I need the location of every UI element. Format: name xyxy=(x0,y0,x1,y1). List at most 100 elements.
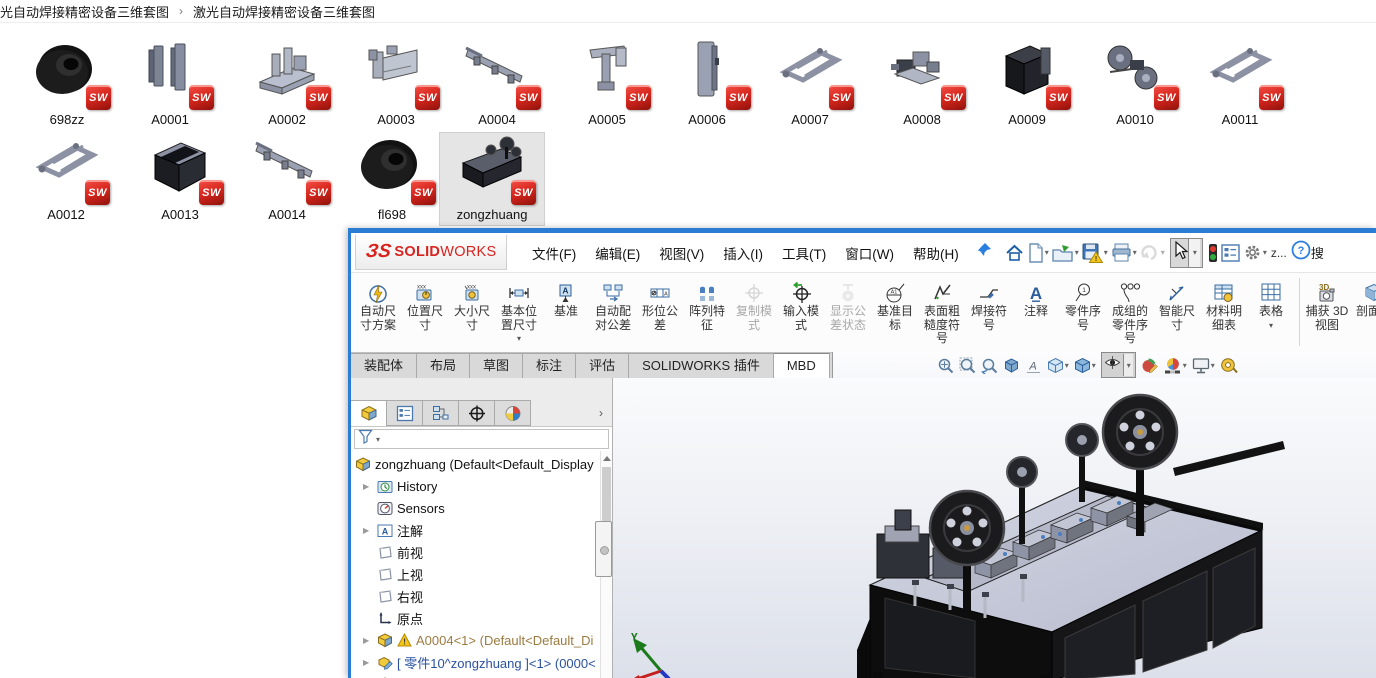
new-document-icon[interactable]: ▾ xyxy=(1028,243,1049,263)
ribbon-capture-3d-button[interactable]: 3D捕获 3D 视图 xyxy=(1304,276,1350,332)
tree-item-virtual-part[interactable]: ▶[ 零件10^zongzhuang ]<1> (0000< xyxy=(351,651,600,673)
scroll-up-icon[interactable] xyxy=(603,456,611,461)
save-icon[interactable]: !▾ xyxy=(1082,243,1108,263)
tree-item-origin[interactable]: 原点 xyxy=(351,607,600,629)
dropdown-caret-icon[interactable]: ▾ xyxy=(517,334,521,343)
panel-tab-configuration-manager[interactable] xyxy=(422,400,459,426)
ribbon-datum-button[interactable]: A基准 xyxy=(543,276,589,319)
zoom-area-icon[interactable] xyxy=(959,357,976,374)
tree-item-sensors[interactable]: Sensors xyxy=(351,497,600,519)
file-item-A0003[interactable]: SWA0003 xyxy=(344,38,448,130)
ribbon-auto-dimension-button[interactable]: 自动尺寸方案 xyxy=(355,276,401,332)
dropdown-caret-icon[interactable]: ▾ xyxy=(1123,354,1133,376)
tree-scrollbar[interactable] xyxy=(600,451,612,678)
section-view-icon[interactable] xyxy=(1003,357,1020,374)
select-arrow-icon[interactable]: ▾ xyxy=(1170,238,1203,268)
file-item-A0001[interactable]: SWA0001 xyxy=(118,38,222,130)
tab-布局[interactable]: 布局 xyxy=(417,353,470,378)
tab-装配体[interactable]: 装配体 xyxy=(351,353,417,378)
task-pane-icon[interactable] xyxy=(1221,244,1240,262)
tab-MBD[interactable]: MBD xyxy=(774,353,830,378)
tree-item-plane[interactable]: 右视 xyxy=(351,585,600,607)
file-item-fl698[interactable]: SWfl698 xyxy=(340,133,444,225)
ribbon-note-button[interactable]: A注释 xyxy=(1013,276,1059,319)
ribbon-bom-button[interactable]: 材料明细表 xyxy=(1201,276,1247,332)
file-item-A0010[interactable]: SWA0010 xyxy=(1083,38,1187,130)
file-item-A0012[interactable]: SWA0012 xyxy=(14,133,118,225)
menu-视图(V)[interactable]: 视图(V) xyxy=(656,241,707,265)
edit-appearance-icon[interactable] xyxy=(1141,357,1159,374)
dropdown-caret-icon[interactable]: ▾ xyxy=(1075,248,1079,257)
search-label[interactable]: 搜 xyxy=(1311,243,1323,262)
dropdown-caret-icon[interactable]: ▾ xyxy=(1104,248,1108,257)
file-item-A0008[interactable]: SWA0008 xyxy=(870,38,974,130)
file-item-A0006[interactable]: SWA0006 xyxy=(655,38,759,130)
ribbon-basic-location-button[interactable]: 基本位置尺寸▾ xyxy=(496,276,542,343)
ribbon-pattern-feature-button[interactable]: 阵列特征 xyxy=(684,276,730,332)
home-icon[interactable] xyxy=(1004,243,1025,263)
dropdown-caret-icon[interactable]: ▾ xyxy=(1045,248,1049,257)
tab-草图[interactable]: 草图 xyxy=(470,353,523,378)
panel-tab-dimxpert-manager[interactable] xyxy=(458,400,495,426)
view-orientation-icon[interactable]: ▾ xyxy=(1047,357,1069,374)
file-item-A0013[interactable]: SWA0013 xyxy=(128,133,232,225)
undo-icon[interactable]: ▾ xyxy=(1140,244,1165,261)
ribbon-smart-dimension-button[interactable]: 智能尺寸 xyxy=(1154,276,1200,332)
ribbon-size-dimension-button[interactable]: xxx大小尺寸 xyxy=(449,276,495,332)
interference-lights-icon[interactable] xyxy=(1208,243,1218,263)
ribbon-surface-finish-button[interactable]: 表面粗糙度符号 xyxy=(919,276,965,346)
breadcrumb-parent[interactable]: 光自动焊接精密设备三维套图 xyxy=(0,2,169,21)
help-icon[interactable]: ? xyxy=(1291,240,1311,265)
measure-icon[interactable] xyxy=(1220,357,1238,374)
tree-item-assembly[interactable]: ▶!A0004<1> (Default<Default_Di xyxy=(351,629,600,651)
tab-标注[interactable]: 标注 xyxy=(523,353,576,378)
menu-帮助(H)[interactable]: 帮助(H) xyxy=(910,241,962,265)
panel-tab-property-manager[interactable] xyxy=(386,400,423,426)
breadcrumb-current[interactable]: 激光自动焊接精密设备三维套图 xyxy=(193,2,375,21)
panel-tab-display-manager[interactable] xyxy=(494,400,531,426)
file-item-A0007[interactable]: SWA0007 xyxy=(758,38,862,130)
file-item-A0011[interactable]: SWA0011 xyxy=(1188,38,1292,130)
previous-view-icon[interactable] xyxy=(981,357,998,374)
options-gear-icon[interactable]: ▾ xyxy=(1243,243,1267,262)
ribbon-weld-symbol-button[interactable]: 焊接符号 xyxy=(966,276,1012,332)
tree-item-annotations[interactable]: ▶A注解 xyxy=(351,519,600,541)
ribbon-stacked-balloon-button[interactable]: 成组的零件序号 xyxy=(1107,276,1153,346)
ribbon-import-scheme-button[interactable]: 输入模式 xyxy=(778,276,824,332)
tree-item-history[interactable]: ▶History xyxy=(351,475,600,497)
ribbon-section-ribbon-button[interactable]: 剖面图 xyxy=(1351,276,1376,319)
tree-item-plane[interactable]: 前视 xyxy=(351,541,600,563)
panel-splitter-handle[interactable] xyxy=(595,521,612,577)
ribbon-auto-tolerance-button[interactable]: 自动配对公差 xyxy=(590,276,636,332)
file-item-A0005[interactable]: SWA0005 xyxy=(555,38,659,130)
tab-SOLIDWORKS 插件[interactable]: SOLIDWORKS 插件 xyxy=(629,353,774,378)
expand-arrow-icon[interactable]: ▶ xyxy=(363,526,373,535)
dropdown-caret-icon[interactable]: ▾ xyxy=(1161,248,1165,257)
file-item-698zz[interactable]: SW698zz xyxy=(15,38,119,130)
ribbon-location-dimension-button[interactable]: xxx位置尺寸 xyxy=(402,276,448,332)
apply-scene-icon[interactable]: ▾ xyxy=(1164,357,1187,374)
user-text[interactable]: z... xyxy=(1271,246,1287,260)
dropdown-caret-icon[interactable]: ▾ xyxy=(1183,361,1187,370)
pin-icon[interactable] xyxy=(976,242,992,263)
dropdown-caret-icon[interactable]: ▾ xyxy=(1092,361,1096,370)
dropdown-caret-icon[interactable]: ▾ xyxy=(1065,361,1069,370)
graphics-viewport[interactable]: Y xyxy=(613,378,1376,678)
file-item-zongzhuang[interactable]: SWzongzhuang xyxy=(440,133,544,225)
tree-item-plane[interactable]: 上视 xyxy=(351,563,600,585)
ribbon-datum-target-button[interactable]: A1基准目标 xyxy=(872,276,918,332)
display-style-icon[interactable]: ▾ xyxy=(1074,357,1096,374)
dropdown-caret-icon[interactable]: ▾ xyxy=(1133,248,1137,257)
menu-编辑(E)[interactable]: 编辑(E) xyxy=(592,241,643,265)
menu-工具(T)[interactable]: 工具(T) xyxy=(779,241,829,265)
panel-tab-feature-manager[interactable] xyxy=(350,400,387,426)
file-item-A0014[interactable]: SWA0014 xyxy=(235,133,339,225)
zoom-fit-icon[interactable] xyxy=(937,357,954,374)
expand-arrow-icon[interactable]: ▶ xyxy=(363,482,373,491)
tab-评估[interactable]: 评估 xyxy=(576,353,629,378)
menu-文件(F)[interactable]: 文件(F) xyxy=(529,241,579,265)
file-item-A0009[interactable]: SWA0009 xyxy=(975,38,1079,130)
hide-show-items-icon[interactable]: ▾ xyxy=(1101,352,1136,378)
open-icon[interactable]: ▾ xyxy=(1052,243,1079,263)
dropdown-caret-icon[interactable]: ▾ xyxy=(1188,239,1200,267)
